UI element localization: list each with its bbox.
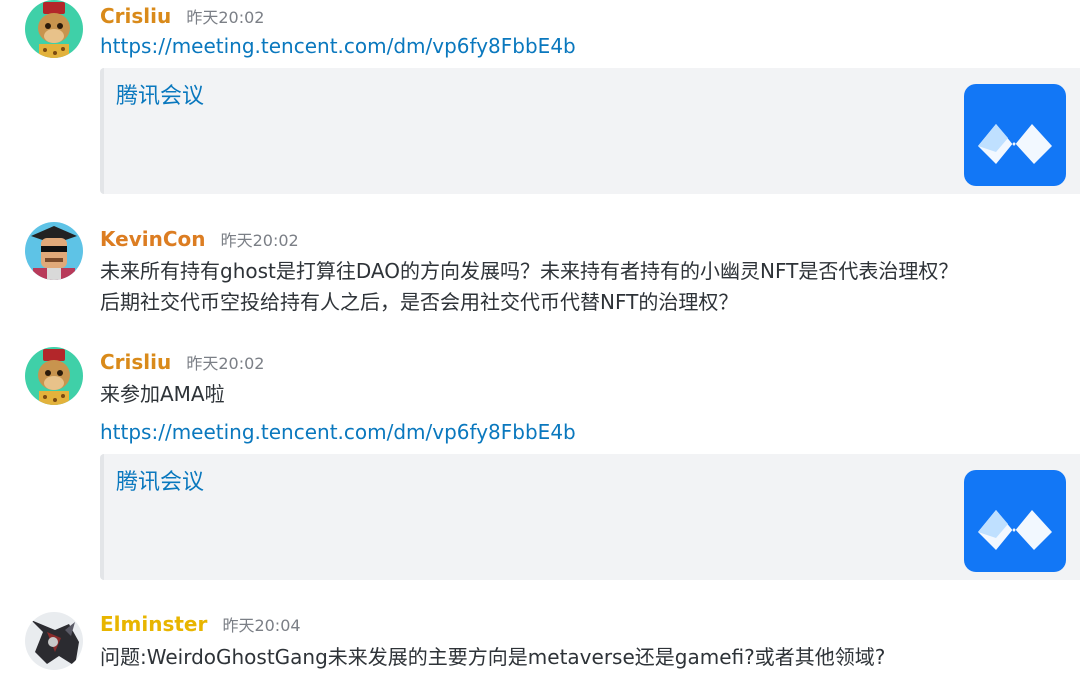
- timestamp: 昨天20:02: [186, 8, 265, 27]
- link-embed: 腾讯会议: [100, 68, 1080, 194]
- embed-title[interactable]: 腾讯会议: [116, 78, 204, 110]
- message-header: Crisliu 昨天20:02: [100, 350, 264, 380]
- message-text-line: 问题:WeirdoGhostGang未来发展的主要方向是metaverse还是g…: [100, 645, 886, 669]
- ape-avatar-icon: [25, 347, 83, 405]
- message-header: Crisliu 昨天20:02: [100, 4, 264, 34]
- username[interactable]: Crisliu: [100, 4, 171, 28]
- message-header: KevinCon 昨天20:02: [100, 227, 299, 257]
- timestamp: 昨天20:02: [220, 231, 299, 250]
- dark-character-avatar-icon: [25, 612, 83, 670]
- avatar-crisliu[interactable]: [25, 347, 83, 405]
- message-text-line: 未来所有持有ghost是打算往DAO的方向发展吗？未来持有者持有的小幽灵NFT是…: [100, 259, 959, 283]
- username[interactable]: Crisliu: [100, 350, 171, 374]
- timestamp: 昨天20:02: [186, 354, 265, 373]
- chat-message-list: Crisliu 昨天20:02 https://meeting.tencent.…: [0, 0, 1080, 680]
- embed-title[interactable]: 腾讯会议: [116, 464, 204, 496]
- avatar-kevincon[interactable]: [25, 222, 83, 280]
- avatar-elminster[interactable]: [25, 612, 83, 670]
- message-link-line: https://meeting.tencent.com/dm/vp6fy8Fbb…: [100, 417, 576, 447]
- timestamp: 昨天20:04: [222, 616, 301, 635]
- message-text-line: 来参加AMA啦: [100, 382, 225, 406]
- link-embed: 腾讯会议: [100, 454, 1080, 580]
- meeting-link[interactable]: https://meeting.tencent.com/dm/vp6fy8Fbb…: [100, 34, 576, 58]
- message-header: Elminster 昨天20:04: [100, 612, 301, 642]
- message-link-line: https://meeting.tencent.com/dm/vp6fy8Fbb…: [100, 31, 576, 61]
- username[interactable]: KevinCon: [100, 227, 206, 251]
- avatar-crisliu[interactable]: [25, 0, 83, 58]
- ape-avatar-icon: [25, 0, 83, 58]
- tencent-meeting-logo-icon[interactable]: [964, 470, 1066, 572]
- message-text-line: 后期社交代币空投给持有人之后，是否会用社交代币代替NFT的治理权？: [100, 290, 739, 314]
- tencent-meeting-logo-icon[interactable]: [964, 84, 1066, 186]
- graduate-avatar-icon: [25, 222, 83, 280]
- username[interactable]: Elminster: [100, 612, 207, 636]
- meeting-link[interactable]: https://meeting.tencent.com/dm/vp6fy8Fbb…: [100, 420, 576, 444]
